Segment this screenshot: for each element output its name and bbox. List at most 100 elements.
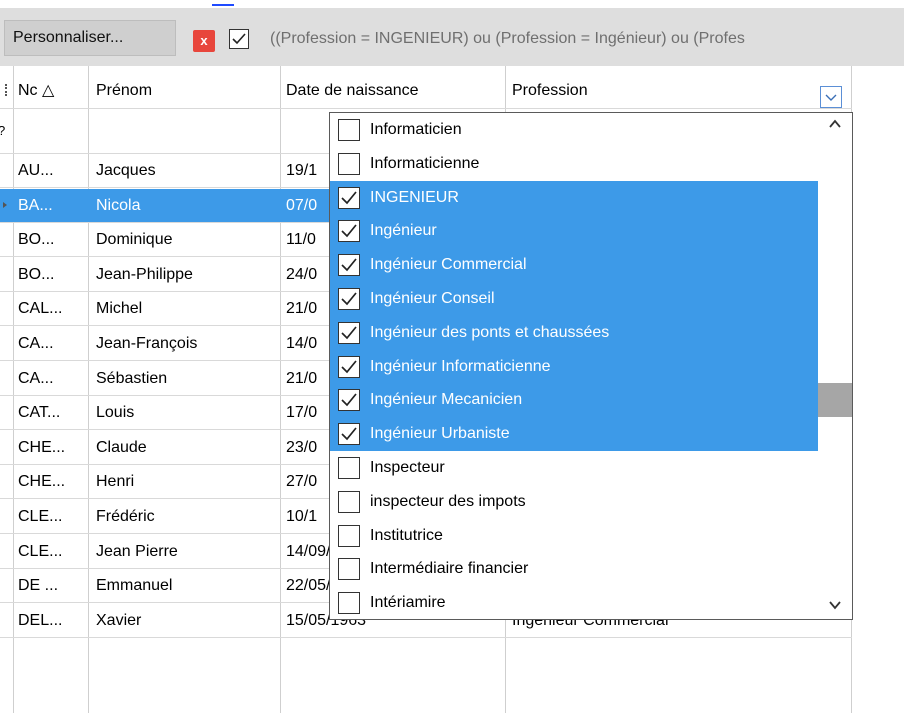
cell-prenom[interactable]: Michel (96, 292, 281, 325)
cell-nom[interactable]: CAL... (18, 292, 86, 325)
cell-nom[interactable]: CA... (18, 362, 86, 395)
option-label: Institutrice (370, 526, 443, 544)
cell-nom[interactable]: DE ... (18, 569, 86, 602)
option-label: INGENIEUR (370, 188, 459, 206)
option-checkbox[interactable] (338, 152, 360, 175)
profession-option[interactable]: Ingénieur Urbaniste (330, 417, 818, 452)
option-label: Ingénieur des ponts et chaussées (370, 323, 610, 341)
check-icon (341, 191, 357, 204)
cell-prenom[interactable]: Nicola (96, 189, 281, 222)
enable-filter-checkbox[interactable] (229, 29, 249, 49)
column-header-prenom[interactable]: Prénom (96, 74, 276, 108)
grid-left-marker (5, 84, 9, 96)
filter-bar: Personnaliser... x ((Profession = INGENI… (0, 8, 904, 66)
check-icon (341, 292, 357, 306)
option-label: Ingénieur (370, 222, 437, 240)
option-checkbox[interactable] (338, 220, 360, 243)
cell-nom[interactable]: CAT... (18, 396, 86, 429)
cell-nom[interactable]: BO... (18, 258, 86, 291)
option-label: Informaticienne (370, 154, 480, 172)
option-checkbox[interactable] (338, 490, 360, 513)
profession-option[interactable]: Ingénieur Commercial (330, 248, 818, 283)
profession-option[interactable]: Informaticienne (330, 147, 818, 181)
cell-nom[interactable]: CHE... (18, 465, 86, 498)
option-checkbox[interactable] (338, 558, 360, 581)
option-label: Ingénieur Commercial (370, 256, 527, 274)
option-checkbox[interactable] (338, 186, 360, 209)
option-label: Intériamire (370, 594, 446, 612)
profession-filter-dropdown-button[interactable] (820, 86, 842, 108)
profession-option[interactable]: Ingénieur Informaticienne (330, 349, 818, 384)
cell-prenom[interactable]: Jean-Philippe (96, 258, 281, 291)
profession-option[interactable]: Ingénieur des ponts et chaussées (330, 315, 818, 350)
cell-nom[interactable]: BO... (18, 223, 86, 256)
top-strip (0, 0, 904, 8)
check-icon (341, 393, 357, 407)
clear-filter-button[interactable]: x (193, 30, 215, 52)
cell-nom[interactable]: AU... (18, 154, 86, 187)
option-label: Informaticien (370, 121, 462, 138)
option-checkbox[interactable] (338, 254, 360, 277)
profession-option[interactable]: Ingénieur (330, 214, 818, 249)
cell-prenom[interactable]: Emmanuel (96, 569, 281, 602)
option-label: Ingénieur Mecanicien (370, 391, 523, 409)
option-checkbox[interactable] (338, 288, 360, 310)
option-label: Intermédiaire financier (370, 560, 529, 578)
filter-row-marker: ? (0, 123, 5, 138)
option-checkbox[interactable] (338, 592, 360, 615)
cell-prenom[interactable]: Jean Pierre (96, 535, 281, 568)
option-checkbox[interactable] (338, 524, 360, 547)
cell-prenom[interactable]: Jacques (96, 154, 281, 187)
column-header-nom[interactable]: Nc △ (18, 74, 88, 108)
profession-option[interactable]: Intériamire (330, 586, 818, 620)
check-icon (341, 326, 357, 340)
cell-prenom[interactable]: Dominique (96, 223, 281, 256)
profession-option[interactable]: Ingénieur Mecanicien (330, 383, 818, 418)
column-header-date[interactable]: Date de naissance (286, 74, 496, 108)
cell-nom[interactable]: CHE... (18, 431, 86, 464)
check-icon (341, 427, 357, 441)
cell-prenom[interactable]: Claude (96, 431, 281, 464)
profession-option[interactable]: Institutrice (330, 519, 818, 553)
profession-option[interactable]: Ingénieur Conseil (330, 282, 818, 316)
column-header-profession[interactable]: Profession (512, 74, 812, 108)
check-icon (341, 258, 357, 272)
option-label: Ingénieur Informaticienne (370, 357, 551, 375)
profession-option[interactable]: Informaticien (330, 113, 818, 147)
profession-filter-popup[interactable]: Informaticien Informaticienne INGENIEUR Ing… (329, 112, 853, 620)
chevron-up-icon[interactable] (826, 117, 844, 136)
filter-expression[interactable]: ((Profession = INGENIEUR) ou (Profession… (270, 30, 745, 48)
scrollbar-thumb[interactable] (818, 383, 852, 417)
customize-filter-button[interactable]: Personnaliser... (4, 20, 176, 56)
profession-option[interactable]: INGENIEUR (330, 180, 818, 215)
profession-option[interactable]: inspecteur des impots (330, 485, 818, 519)
option-label: Ingénieur Urbaniste (370, 425, 510, 443)
cell-nom[interactable]: CA... (18, 327, 86, 360)
option-checkbox[interactable] (338, 119, 360, 141)
cell-prenom[interactable]: Sébastien (96, 362, 281, 395)
option-label: Ingénieur Conseil (370, 290, 495, 307)
profession-option[interactable]: Intermédiaire financier (330, 552, 818, 586)
profession-option[interactable]: Inspecteur (330, 451, 818, 485)
option-checkbox[interactable] (338, 389, 360, 412)
chevron-down-icon (825, 94, 837, 101)
option-checkbox[interactable] (338, 457, 360, 479)
option-checkbox[interactable] (338, 423, 360, 446)
chevron-down-icon[interactable] (826, 598, 844, 617)
option-label: Inspecteur (370, 459, 445, 476)
option-label: inspecteur des impots (370, 492, 526, 510)
cell-prenom[interactable]: Frédéric (96, 500, 281, 533)
cell-prenom[interactable]: Jean-François (96, 327, 281, 360)
option-checkbox[interactable] (338, 355, 360, 378)
cell-prenom[interactable]: Louis (96, 396, 281, 429)
cell-prenom[interactable]: Xavier (96, 604, 281, 637)
link-fragment (212, 0, 234, 6)
check-icon (341, 360, 357, 373)
popup-scrollbar[interactable] (818, 113, 852, 619)
cell-prenom[interactable]: Henri (96, 465, 281, 498)
cell-nom[interactable]: BA... (18, 189, 86, 222)
cell-nom[interactable]: CLE... (18, 535, 86, 568)
cell-nom[interactable]: CLE... (18, 500, 86, 533)
cell-nom[interactable]: DEL... (18, 604, 86, 637)
option-checkbox[interactable] (338, 321, 360, 344)
